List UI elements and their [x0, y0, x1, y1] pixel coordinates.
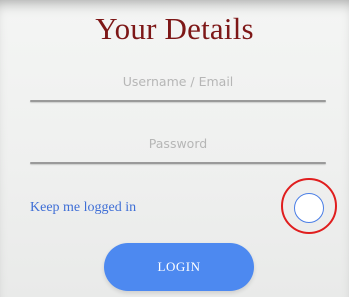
login-panel: Your Details Keep me logged in LOGIN	[0, 0, 349, 297]
password-input[interactable]	[30, 122, 326, 164]
username-underline	[30, 100, 326, 102]
username-field[interactable]	[30, 60, 326, 102]
keep-logged-in-toggle[interactable]	[294, 193, 324, 223]
form-title: Your Details	[95, 11, 254, 46]
username-input[interactable]	[30, 60, 326, 102]
password-field[interactable]	[30, 122, 326, 164]
keep-logged-in-label[interactable]: Keep me logged in	[30, 199, 136, 217]
login-page: Your Details Keep me logged in LOGIN	[0, 0, 349, 297]
login-button[interactable]: LOGIN	[104, 243, 254, 291]
password-underline	[30, 162, 326, 164]
